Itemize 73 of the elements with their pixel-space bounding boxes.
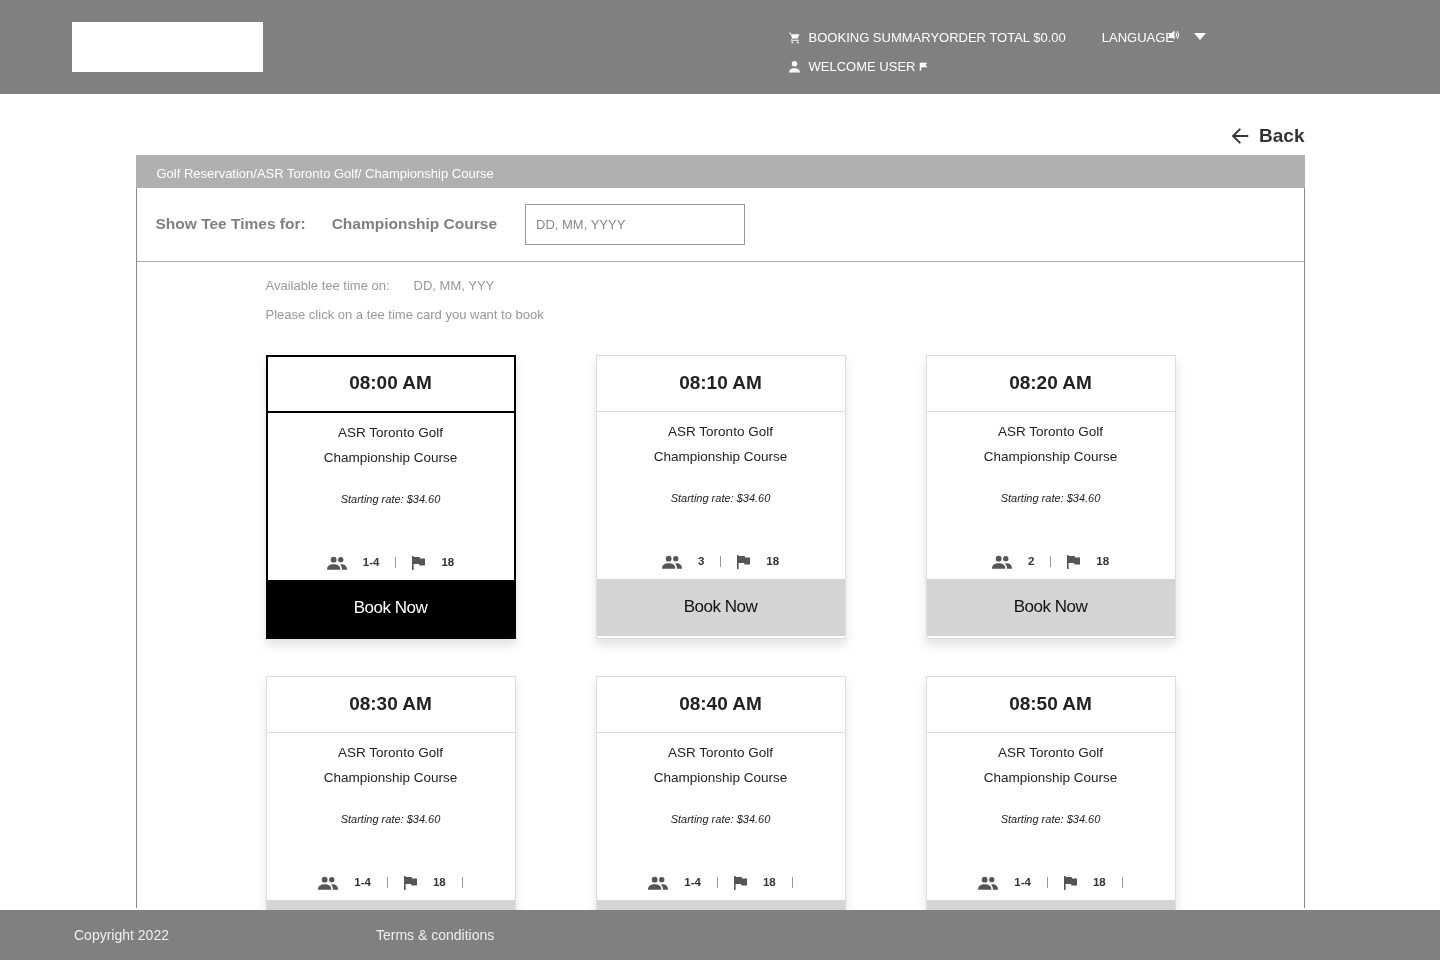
player-count: 2: [1027, 554, 1035, 570]
welcome-user-link[interactable]: WELCOME USER: [787, 56, 1066, 76]
starting-rate: Starting rate: $34.60: [670, 812, 771, 827]
starting-rate: Starting rate: $34.60: [1000, 491, 1101, 506]
people-icon: [991, 554, 1012, 569]
flag-icon: [733, 875, 747, 890]
hole-count: 18: [1096, 554, 1110, 570]
player-count: 1-4: [354, 875, 371, 891]
course-name: Championship Course: [983, 447, 1118, 466]
filter-label: Show Tee Times for:: [155, 214, 306, 235]
player-count: 1-4: [362, 555, 380, 571]
people-icon: [978, 875, 999, 890]
available-label: Available tee time on:: [265, 276, 390, 295]
course-name: Championship Course: [323, 448, 458, 467]
flag-icon: [403, 875, 417, 890]
hole-count: 18: [432, 875, 446, 891]
flag-icon: [737, 554, 751, 569]
club-name: ASR Toronto Golf: [668, 422, 773, 441]
flag-icon: [412, 555, 426, 570]
tee-time: 08:50 AM: [926, 676, 1175, 733]
hole-count: 18: [1092, 875, 1106, 891]
course-name: Championship Course: [331, 214, 497, 235]
tee-time-card[interactable]: 08:00 AM ASR Toronto Golf Championship Course Starting rate: $34.60 1-4 18 Book Now: [265, 354, 516, 639]
user-icon: [787, 59, 801, 73]
tee-time-card[interactable]: 08:10 AM ASR Toronto Golf Championship Course Starting rate: $34.60 3 18 Book Now: [595, 354, 846, 639]
hole-count: 18: [441, 555, 455, 571]
people-icon: [661, 554, 682, 569]
booking-summary-link[interactable]: BOOKING SUMMARYORDER TOTAL $0.00: [787, 28, 1066, 48]
club-name: ASR Toronto Golf: [338, 743, 443, 762]
tee-time: 08:40 AM: [596, 676, 845, 733]
breadcrumb: Golf Reservation/ASR Toronto Golf/ Championship Course: [135, 154, 1305, 188]
book-now-button[interactable]: Book Now: [596, 578, 845, 636]
language-dropdown[interactable]: LANGUAGE: [1101, 28, 1206, 94]
starting-rate: Starting rate: $34.60: [670, 491, 771, 506]
tee-time: 08:20 AM: [926, 355, 1175, 412]
book-now-button[interactable]: Book Now: [926, 578, 1175, 636]
hole-count: 18: [766, 554, 780, 570]
book-now-button[interactable]: Book Now: [267, 579, 514, 637]
club-name: ASR Toronto Golf: [338, 423, 443, 442]
tee-time-card[interactable]: 08:40 AM ASR Toronto Golf Championship Course Starting rate: $34.60 1-4 18: [595, 675, 846, 910]
course-name: Championship Course: [323, 768, 458, 787]
club-name: ASR Toronto Golf: [998, 422, 1103, 441]
instruction-text: Please click on a tee time card you want to book: [265, 306, 545, 324]
club-name: ASR Toronto Golf: [668, 743, 773, 762]
course-name: Championship Course: [653, 447, 788, 466]
starting-rate: Starting rate: $34.60: [340, 812, 441, 827]
tee-time-card[interactable]: 08:50 AM ASR Toronto Golf Championship Course Starting rate: $34.60 1-4 18: [925, 675, 1176, 910]
tee-time: 08:00 AM: [267, 356, 514, 413]
club-name: ASR Toronto Golf: [998, 743, 1103, 762]
tee-time: 08:30 AM: [266, 676, 515, 733]
starting-rate: Starting rate: $34.60: [340, 492, 441, 507]
hole-count: 18: [762, 875, 776, 891]
player-count: 1-4: [684, 875, 701, 891]
cart-icon: [787, 31, 801, 45]
tee-time: 08:10 AM: [596, 355, 845, 412]
player-count: 3: [697, 554, 705, 570]
tee-time-card[interactable]: 08:20 AM ASR Toronto Golf Championship Course Starting rate: $34.60 2 18 Book Now: [925, 354, 1176, 639]
caret-icon: [1194, 33, 1206, 41]
course-name: Championship Course: [983, 768, 1118, 787]
flag-icon: [1063, 875, 1077, 890]
course-name: Championship Course: [653, 768, 788, 787]
people-icon: [318, 875, 339, 890]
people-icon: [326, 555, 347, 570]
available-date: DD, MM, YYY: [413, 276, 495, 295]
copyright-text: Copyright 2022: [74, 925, 169, 945]
player-count: 1-4: [1014, 875, 1031, 891]
flag-icon: [919, 61, 929, 71]
flag-icon: [1067, 554, 1081, 569]
back-link[interactable]: Back: [1229, 122, 1305, 151]
tee-time-card[interactable]: 08:30 AM ASR Toronto Golf Championship Course Starting rate: $34.60 1-4 18: [265, 675, 516, 910]
date-field[interactable]: DD, MM, YYYY: [525, 203, 745, 245]
starting-rate: Starting rate: $34.60: [1000, 812, 1101, 827]
people-icon: [648, 875, 669, 890]
